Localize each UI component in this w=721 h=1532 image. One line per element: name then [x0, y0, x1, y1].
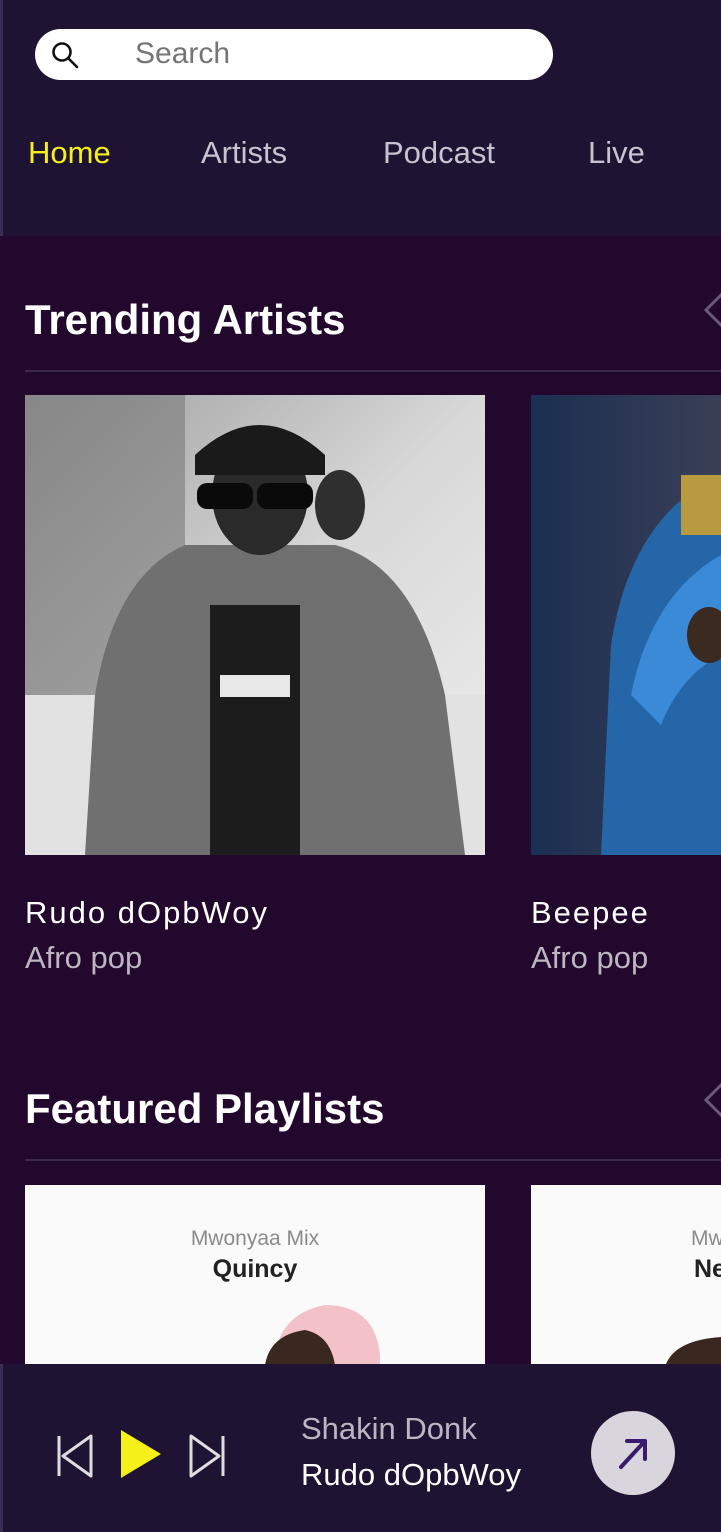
playlist-artwork	[265, 1305, 380, 1364]
playlist-mix-label: Mwonyaa Mix	[190, 1227, 320, 1250]
artist-photo[interactable]	[531, 395, 721, 855]
next-track-icon[interactable]	[187, 1434, 227, 1478]
playlist-card[interactable]: Mwonyaa Mix Quincy	[25, 1185, 485, 1364]
search-icon	[52, 42, 79, 69]
artist-photo[interactable]	[25, 395, 485, 855]
artist-name[interactable]: Rudo dOpbWoy	[25, 895, 269, 931]
chevron-left-icon[interactable]	[700, 1080, 721, 1120]
playlist-name: Ne	[694, 1255, 721, 1283]
artist-genre: Afro pop	[25, 940, 143, 975]
tab-podcast[interactable]: Podcast	[383, 135, 495, 171]
chevron-left-icon[interactable]	[700, 290, 721, 330]
now-playing-artist[interactable]: Rudo dOpbWoy	[301, 1457, 521, 1493]
playlist-name: Quincy	[212, 1255, 298, 1283]
section-divider	[25, 1159, 721, 1161]
now-playing-title[interactable]: Shakin Donk	[301, 1411, 477, 1447]
artist-genre: Afro pop	[531, 940, 649, 975]
playlist-card[interactable]: Mw Ne	[531, 1185, 721, 1364]
mini-player: Shakin Donk Rudo dOpbWoy	[0, 1364, 721, 1532]
previous-track-icon[interactable]	[55, 1434, 95, 1478]
nav-tabs: Home Artists Podcast Live	[3, 135, 721, 175]
featured-playlists-title: Featured Playlists	[25, 1085, 385, 1132]
playlist-mix-label: Mw	[691, 1227, 721, 1250]
arrow-up-right-icon	[619, 1439, 647, 1469]
tab-home[interactable]: Home	[28, 135, 111, 171]
top-bar: Home Artists Podcast Live	[0, 0, 721, 236]
tab-artists[interactable]: Artists	[201, 135, 287, 171]
search-input[interactable]	[135, 37, 535, 71]
tab-live[interactable]: Live	[588, 135, 645, 171]
search-bar[interactable]	[35, 29, 553, 80]
artist-name[interactable]: Beepee	[531, 895, 650, 931]
play-icon[interactable]	[119, 1428, 163, 1480]
playlist-artwork	[666, 1337, 721, 1364]
section-divider	[25, 370, 721, 372]
trending-artists-title: Trending Artists	[25, 296, 346, 343]
expand-player-button[interactable]	[591, 1411, 675, 1495]
